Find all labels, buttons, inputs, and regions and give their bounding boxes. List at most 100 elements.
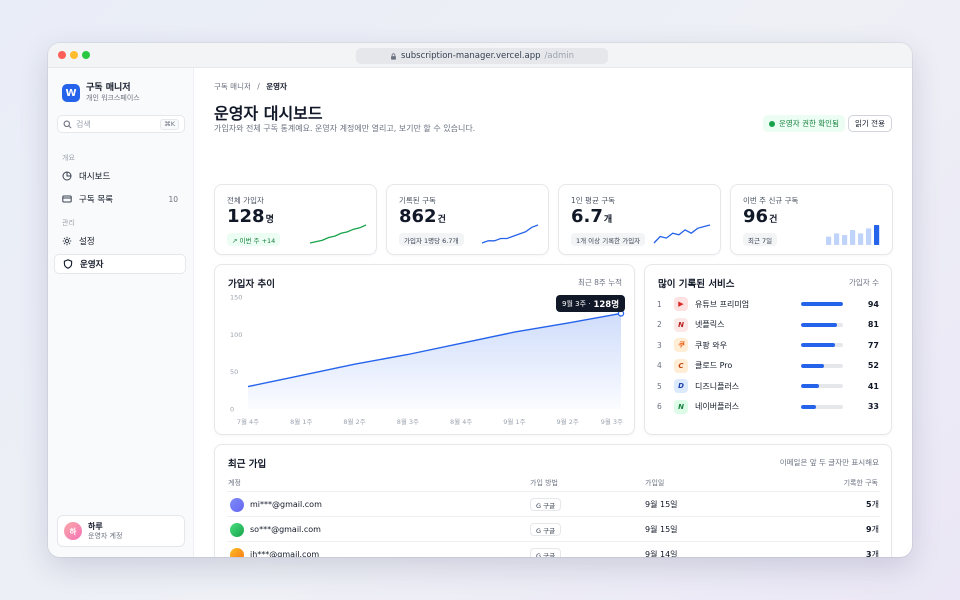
lock-icon <box>391 52 396 60</box>
page-title: 운영자 대시보드 <box>214 104 323 123</box>
service-rank: 2 <box>657 320 662 329</box>
service-row[interactable]: 6 N 네이버플러스 33 <box>657 397 879 417</box>
sidebar-item-dashboard[interactable]: 대시보드 <box>54 166 186 186</box>
main-content: 구독 매니저 / 운영자 운영자 대시보드 가입자와 전체 구독 통계예요. 운… <box>194 68 912 557</box>
stat-number: 128 <box>227 206 265 227</box>
weekly-bar <box>850 230 856 245</box>
card-icon <box>62 195 72 203</box>
service-bar-fill <box>801 343 836 347</box>
workspace-name: 개인 워크스페이스 <box>86 94 140 102</box>
browser-titlebar: subscription-manager.vercel.app/admin <box>48 43 912 68</box>
service-bar-fill <box>801 384 820 388</box>
table-row[interactable]: so***@gmail.com G 구글 9월 15일 9 개 <box>227 516 880 541</box>
x-tick-label: 8월 4주 <box>450 417 472 426</box>
chart-tooltip: 9월 3주 · 128명 <box>556 295 626 312</box>
card-title: 최근 가입 <box>228 459 267 470</box>
service-name: 유튜브 프리미엄 <box>695 299 750 309</box>
y-tick-label: 100 <box>230 331 242 339</box>
service-name: 네이버플러스 <box>695 402 740 411</box>
service-rank: 4 <box>657 361 662 370</box>
brand[interactable]: W 구독 매니저 개인 워크스페이스 <box>62 83 140 103</box>
cell-count: 5개 <box>866 492 879 517</box>
weekly-bar <box>858 233 864 245</box>
sidebar-item-label: 운영자 <box>80 260 104 270</box>
service-logo-icon: D <box>674 379 688 393</box>
readonly-button[interactable]: 읽기 전용 <box>848 115 892 132</box>
address-bar[interactable]: subscription-manager.vercel.app/admin <box>356 48 608 64</box>
app-logo: W <box>62 84 80 102</box>
service-bar <box>801 302 843 306</box>
column-header-date[interactable]: 가입일 <box>645 478 664 488</box>
card-note: 가입자 수 <box>849 278 879 287</box>
user-profile[interactable]: 하 하루 운영자 계정 <box>57 515 185 547</box>
y-tick-label: 50 <box>230 368 238 376</box>
weekly-bar <box>842 235 848 245</box>
service-row[interactable]: 2 N 넷플릭스 81 <box>657 315 879 335</box>
weekly-bar <box>826 236 832 245</box>
service-rank: 1 <box>657 299 662 309</box>
weekly-bar <box>866 228 872 245</box>
sidebar-item-settings[interactable]: 설정 <box>54 231 186 251</box>
count-unit: 개 <box>871 525 879 534</box>
service-count: 33 <box>867 402 879 411</box>
service-bar-fill <box>801 404 816 409</box>
table-row[interactable]: jh***@gmail.com G 구글 9월 14일 3 개 <box>227 541 880 557</box>
avatar: 하 <box>64 522 82 540</box>
signups-area-chart[interactable]: 0 50 100 150 7월 4주 8월 1주 8월 2주 8월 3주 8월 4주 9월 1주 9… <box>215 265 636 436</box>
gear-icon <box>62 236 72 246</box>
user-role: 운영자 계정 <box>88 531 123 540</box>
service-row[interactable]: 3 쿠 쿠팡 와우 77 <box>657 335 879 355</box>
shield-icon <box>63 259 73 269</box>
sidebar-item-operator[interactable]: 운영자 <box>54 254 186 274</box>
table-row[interactable]: mi***@gmail.com G 구글 9월 15일 5 개 <box>227 491 880 516</box>
page-subtitle: 가입자와 전체 구독 통계예요. 운영자 계정에만 열리고, 보기만 할 수 있… <box>214 124 476 133</box>
status-badge-label: 운영자 권한 확인됨 <box>779 119 839 128</box>
service-rank: 5 <box>657 381 662 391</box>
service-name: 디즈니플러스 <box>695 381 740 391</box>
minimize-window-button[interactable] <box>70 51 78 59</box>
browser-window: subscription-manager.vercel.app/admin W … <box>48 43 912 557</box>
stat-value: 6.7개 <box>571 206 612 231</box>
service-logo-icon: N <box>674 399 688 414</box>
stat-note-badge: 1개 이상 기록한 가입자 <box>571 233 646 246</box>
cell-date: 9월 15일 <box>645 500 678 509</box>
maximize-window-button[interactable] <box>82 51 90 59</box>
search-box[interactable]: ⌘K <box>57 115 185 133</box>
service-count: 41 <box>867 381 879 391</box>
x-tick-label: 9월 1주 <box>503 417 525 426</box>
stat-unit: 개 <box>603 215 613 225</box>
url-host: subscription-manager.vercel.app <box>400 51 541 61</box>
column-header-count[interactable]: 기록한 구독 <box>844 478 878 488</box>
stat-unit: 건 <box>769 215 778 225</box>
weekly-bars-chart <box>826 225 880 245</box>
account-email: so***@gmail.com <box>250 525 321 534</box>
column-header-account[interactable]: 계정 <box>228 478 241 488</box>
search-input[interactable] <box>76 119 156 129</box>
stat-card-subscriptions: 기록된 구독 862건 가입자 1명당 6.7개 <box>386 184 549 255</box>
close-window-button[interactable] <box>58 51 66 59</box>
search-icon <box>63 120 72 128</box>
cell-account: so***@gmail.com <box>230 517 321 542</box>
breadcrumb-separator: / <box>257 82 260 91</box>
brand-name: 구독 매니저 <box>86 83 131 93</box>
service-name: 클로드 Pro <box>695 361 733 370</box>
service-row[interactable]: 1 ▶ 유튜브 프리미엄 94 <box>657 294 879 314</box>
service-row[interactable]: 5 D 디즈니플러스 41 <box>657 376 879 396</box>
count-unit: 개 <box>871 550 879 557</box>
sparkline-line <box>481 224 539 244</box>
avatar <box>230 497 244 512</box>
service-logo-icon: N <box>674 317 688 332</box>
service-row[interactable]: 4 C 클로드 Pro 52 <box>657 356 879 376</box>
breadcrumb-item[interactable]: 구독 매니저 <box>214 82 251 91</box>
cell-count: 9개 <box>866 517 879 542</box>
sparkline-line <box>653 224 711 244</box>
stat-value: 96건 <box>743 206 777 231</box>
stat-note-badge: 가입자 1명당 6.7개 <box>399 233 464 246</box>
column-header-method[interactable]: 가입 방법 <box>530 478 558 488</box>
x-tick-label: 8월 1주 <box>290 417 312 426</box>
x-tick-label: 8월 2주 <box>343 417 365 426</box>
cell-date: 9월 14일 <box>645 550 678 557</box>
breadcrumb: 구독 매니저 / 운영자 <box>214 81 287 92</box>
sidebar-item-subscriptions[interactable]: 구독 목록 10 <box>54 189 186 209</box>
account-email: mi***@gmail.com <box>250 500 322 509</box>
